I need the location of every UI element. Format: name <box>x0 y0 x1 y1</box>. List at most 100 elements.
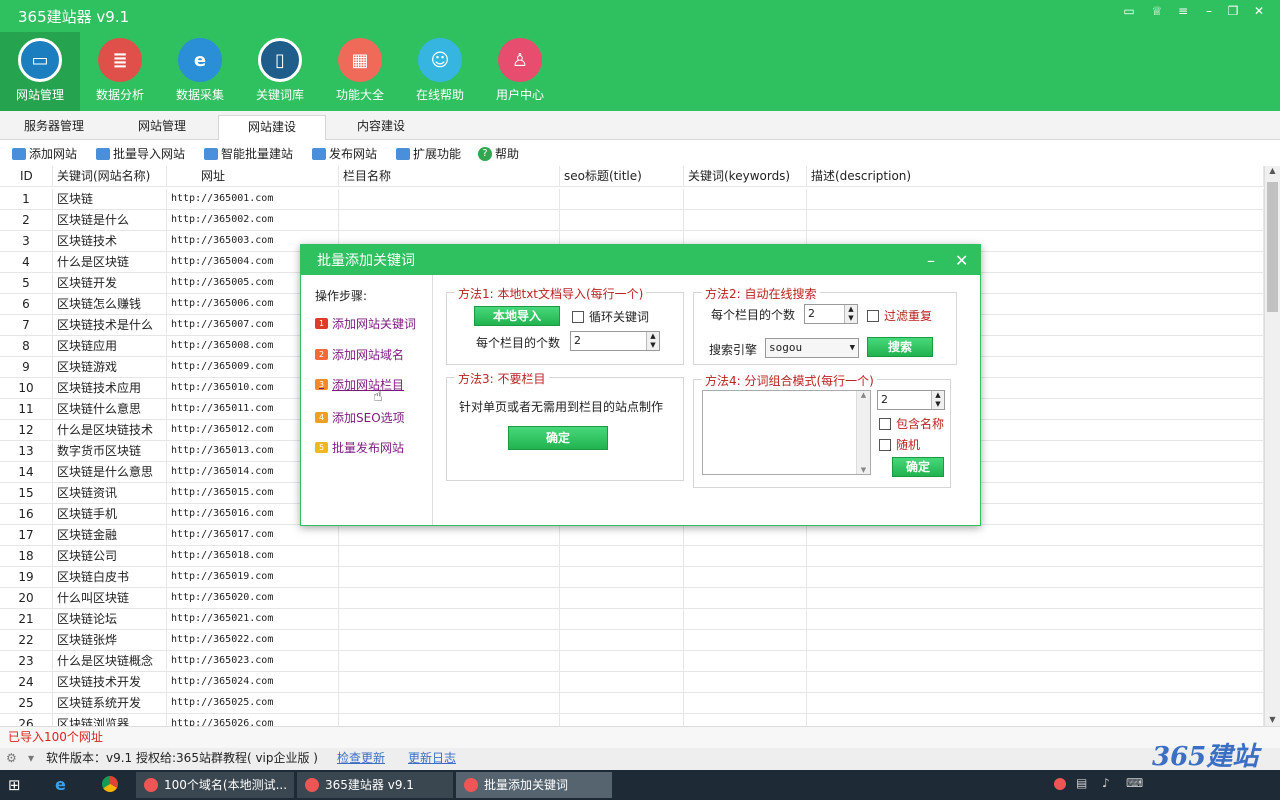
table-row[interactable]: 21 区块链论坛 http://365021.com <box>0 609 1264 630</box>
add-site-button[interactable]: 添加网站 <box>12 145 77 162</box>
task-batch-keywords[interactable]: 批量添加关键词 <box>456 772 612 798</box>
tray-network-icon[interactable]: ▤ <box>1076 776 1087 790</box>
nav-keyword-lib[interactable]: ▯ 关键词库 <box>240 32 320 111</box>
column-header[interactable]: ID <box>0 166 53 187</box>
dialog-divider <box>432 275 433 525</box>
random-checkbox[interactable]: 随机 <box>879 436 920 453</box>
batch-import-button[interactable]: 批量导入网站 <box>96 145 185 162</box>
m4-count-stepper[interactable]: 2 ▲ ▼ <box>877 390 945 410</box>
table-row[interactable]: 19 区块链白皮书 http://365019.com <box>0 567 1264 588</box>
nav-user-center[interactable]: ♙ 用户中心 <box>480 32 560 111</box>
publish-site-button[interactable]: 发布网站 <box>312 145 377 162</box>
table-cell: http://365017.com <box>167 525 339 546</box>
table-row[interactable]: 25 区块链系统开发 http://365025.com <box>0 693 1264 714</box>
column-header[interactable]: 关键词(网站名称) <box>53 166 167 187</box>
column-header[interactable]: 网址 <box>167 166 339 187</box>
close-icon[interactable]: ✕ <box>1248 4 1270 18</box>
table-row[interactable]: 20 什么叫区块链 http://365020.com <box>0 588 1264 609</box>
tray-keyboard-icon[interactable]: ⌨ <box>1126 776 1143 790</box>
table-row[interactable]: 1 区块链 http://365001.com <box>0 189 1264 210</box>
step-add-keywords[interactable]: 1 添加网站关键词 <box>315 315 416 332</box>
table-cell <box>560 672 684 693</box>
nav-label: 数据分析 <box>95 88 144 102</box>
tab-content-build[interactable]: 内容建设 <box>327 115 435 140</box>
dialog-close-icon[interactable]: ✕ <box>955 245 968 277</box>
update-log-link[interactable]: 更新日志 <box>408 748 456 768</box>
table-row[interactable]: 26 区块链浏览器 http://365026.com <box>0 714 1264 726</box>
menu-icon[interactable]: ≡ <box>1172 4 1194 18</box>
nav-data-analysis[interactable]: ≣ 数据分析 <box>80 32 160 111</box>
scroll-down-icon[interactable]: ▼ <box>1265 715 1280 724</box>
extend-button[interactable]: 扩展功能 <box>396 145 461 162</box>
step-add-columns[interactable]: 3 添加网站栏目 <box>315 376 404 393</box>
table-row[interactable]: 24 区块链技术开发 http://365024.com <box>0 672 1264 693</box>
nav-data-collect[interactable]: e 数据采集 <box>160 32 240 111</box>
chat-icon[interactable]: ▭ <box>1118 4 1140 18</box>
help-button[interactable]: ? 帮助 <box>478 145 519 162</box>
table-cell <box>807 630 1264 651</box>
column-header[interactable]: 栏目名称 <box>339 166 560 187</box>
textarea-scrollbar[interactable]: ▲ ▼ <box>856 391 870 474</box>
table-cell: 23 <box>0 651 53 672</box>
table-cell <box>339 525 560 546</box>
shirt-icon[interactable]: ♕ <box>1146 4 1168 18</box>
table-cell <box>339 693 560 714</box>
table-cell: 16 <box>0 504 53 525</box>
smart-build-button[interactable]: 智能批量建站 <box>204 145 293 162</box>
method4-ok-button[interactable]: 确定 <box>892 457 944 477</box>
chrome-icon[interactable] <box>102 776 118 792</box>
method3-group: 方法3: 不要栏目 针对单页或者无需用到栏目的站点制作 确定 <box>446 370 684 481</box>
windows-start-icon[interactable]: ⊞ <box>8 776 21 794</box>
nav-online-help[interactable]: ☺ 在线帮助 <box>400 32 480 111</box>
check-update-link[interactable]: 检查更新 <box>337 748 385 768</box>
table-cell <box>339 189 560 210</box>
include-name-checkbox[interactable]: 包含名称 <box>879 415 944 432</box>
nav-label: 用户中心 <box>495 88 544 102</box>
engine-select[interactable]: sogou ▼ <box>765 338 859 358</box>
scroll-thumb[interactable] <box>1267 182 1278 312</box>
table-cell <box>807 525 1264 546</box>
tab-server-manage[interactable]: 服务器管理 <box>0 115 108 140</box>
method3-ok-button[interactable]: 确定 <box>508 426 608 450</box>
tab-website-build[interactable]: 网站建设 <box>218 115 326 140</box>
dialog-titlebar: 批量添加关键词 – ✕ <box>301 245 980 275</box>
local-import-button[interactable]: 本地导入 <box>474 306 560 326</box>
table-row[interactable]: 2 区块链是什么 http://365002.com <box>0 210 1264 231</box>
nav-website-manage[interactable]: ▭ 网站管理 <box>0 32 80 111</box>
tab-website-manage[interactable]: 网站管理 <box>108 115 216 140</box>
method1-legend: 方法1: 本地txt文档导入(每行一个) <box>455 285 647 302</box>
tray-app-icon[interactable] <box>1054 778 1066 790</box>
table-cell <box>684 567 807 588</box>
table-cell: 区块链系统开发 <box>53 693 167 714</box>
step-add-seo[interactable]: 4 添加SEO选项 <box>315 409 405 426</box>
import-status: 已导入100个网址 <box>0 726 1280 748</box>
column-header[interactable]: 关键词(keywords) <box>684 166 807 187</box>
search-button[interactable]: 搜索 <box>867 337 933 357</box>
engine-label: 搜索引擎 <box>709 343 758 357</box>
nav-features[interactable]: ▦ 功能大全 <box>320 32 400 111</box>
dialog-minimize-icon[interactable]: – <box>927 245 935 277</box>
table-row[interactable]: 22 区块链张烨 http://365022.com <box>0 630 1264 651</box>
table-cell <box>560 567 684 588</box>
minimize-icon[interactable]: – <box>1198 4 1220 18</box>
keywords-textarea[interactable]: ▲ ▼ <box>702 390 871 475</box>
task-builder[interactable]: 365建站器 v9.1 <box>297 772 453 798</box>
table-cell: http://365026.com <box>167 714 339 726</box>
vertical-scrollbar[interactable]: ▲ ▼ <box>1264 166 1280 726</box>
column-header[interactable]: 描述(description) <box>807 166 1264 187</box>
m2-count-stepper[interactable]: 2 ▲ ▼ <box>804 304 858 324</box>
tray-volume-icon[interactable]: ♪ <box>1102 776 1110 790</box>
ie-icon[interactable]: e <box>55 775 66 794</box>
dedupe-checkbox[interactable]: 过滤重复 <box>867 307 932 324</box>
table-row[interactable]: 18 区块链公司 http://365018.com <box>0 546 1264 567</box>
step-add-domains[interactable]: 2 添加网站域名 <box>315 346 404 363</box>
step-publish[interactable]: 5 批量发布网站 <box>315 439 404 456</box>
column-header[interactable]: seo标题(title) <box>560 166 684 187</box>
scroll-up-icon[interactable]: ▲ <box>1265 166 1280 175</box>
loop-keywords-checkbox[interactable]: 循环关键词 <box>572 308 649 325</box>
task-domains[interactable]: 100个域名(本地测试... <box>136 772 294 798</box>
m1-count-stepper[interactable]: 2 ▲ ▼ <box>570 331 660 351</box>
table-row[interactable]: 17 区块链金融 http://365017.com <box>0 525 1264 546</box>
restore-icon[interactable]: ❐ <box>1222 4 1244 18</box>
table-row[interactable]: 23 什么是区块链概念 http://365023.com <box>0 651 1264 672</box>
